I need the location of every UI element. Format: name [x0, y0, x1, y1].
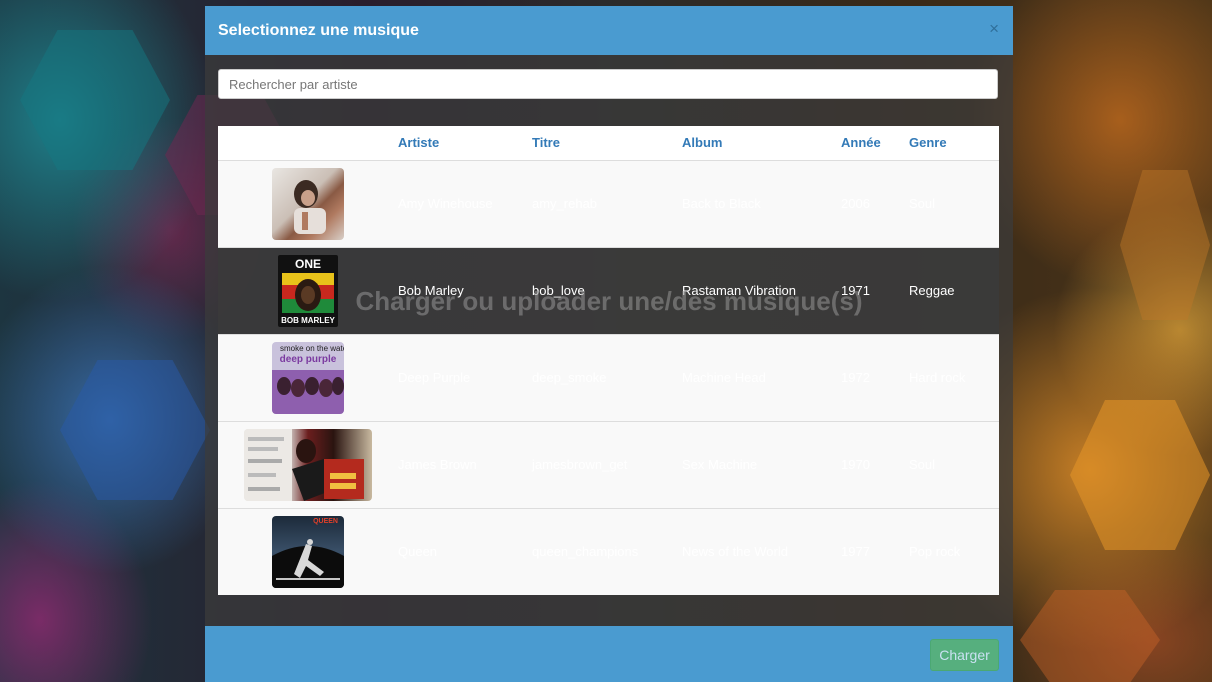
- cover-text-bottom: deep purple: [279, 353, 337, 365]
- album-cell: Machine Head: [682, 333, 841, 421]
- header-cover: [218, 126, 398, 161]
- music-select-modal: Selectionnez une musique × Artiste Titre…: [205, 6, 1013, 682]
- artist-cell: Amy Winehouse: [398, 159, 532, 247]
- table-row[interactable]: QUEEN Queen queen_champions News of the …: [218, 507, 999, 595]
- album-cell: News of the World: [682, 507, 841, 595]
- deep-purple-cover-art: [272, 369, 344, 414]
- james-brown-cover-art: [244, 428, 364, 501]
- year-cell: 1972: [841, 333, 909, 421]
- charger-button[interactable]: Charger: [930, 639, 999, 671]
- genre-cell: Soul: [909, 420, 999, 508]
- cover-cell: QUEEN: [218, 507, 398, 595]
- artist-cell: Deep Purple: [398, 333, 532, 421]
- genre-cell: Pop rock: [909, 507, 999, 595]
- header-genre[interactable]: Genre: [909, 126, 999, 161]
- amy-cover-art: [294, 179, 326, 234]
- title-cell: jamesbrown_get: [532, 420, 682, 508]
- cover-cell: [218, 159, 398, 247]
- music-table: Artiste Titre Album Année Genre Amy Wine…: [218, 126, 999, 595]
- header-album[interactable]: Album: [682, 126, 841, 161]
- album-cell: Sex Machine: [682, 420, 841, 508]
- genre-cell: Hard rock: [909, 333, 999, 421]
- artist-cell: Queen: [398, 507, 532, 595]
- title-cell: amy_rehab: [532, 159, 682, 247]
- table-header-row: Artiste Titre Album Année Genre: [218, 126, 999, 161]
- cover-text-top: QUEEN: [313, 517, 338, 525]
- album-cover-image: [272, 167, 344, 240]
- upload-overlay-text: Charger ou uploader une/des musique(s): [355, 286, 863, 316]
- cover-cell: [218, 420, 398, 508]
- album-cover-image: QUEEN: [272, 515, 344, 588]
- year-cell: 2006: [841, 159, 909, 247]
- album-cover-image: [244, 428, 372, 501]
- queen-cover-art: [272, 538, 344, 588]
- modal-footer: Charger: [205, 626, 1013, 682]
- genre-cell: Soul: [909, 159, 999, 247]
- header-title[interactable]: Titre: [532, 126, 682, 161]
- close-button[interactable]: ×: [989, 19, 999, 39]
- search-artist-input[interactable]: [218, 69, 998, 99]
- artist-cell: James Brown: [398, 420, 532, 508]
- title-cell: deep_smoke: [532, 333, 682, 421]
- cover-text-top: smoke on the water: [280, 343, 344, 353]
- cover-cell: smoke on the water deep purple: [218, 333, 398, 421]
- table-row[interactable]: James Brown jamesbrown_get Sex Machine 1…: [218, 420, 999, 508]
- modal-header: Selectionnez une musique ×: [205, 6, 1013, 55]
- album-cover-image: smoke on the water deep purple: [272, 341, 344, 414]
- year-cell: 1977: [841, 507, 909, 595]
- header-year[interactable]: Année: [841, 126, 909, 161]
- table-row[interactable]: Amy Winehouse amy_rehab Back to Black 20…: [218, 159, 999, 247]
- header-artist[interactable]: Artiste: [398, 126, 532, 161]
- album-cell: Back to Black: [682, 159, 841, 247]
- year-cell: 1970: [841, 420, 909, 508]
- modal-title: Selectionnez une musique: [218, 22, 419, 39]
- title-cell: queen_champions: [532, 507, 682, 595]
- table-row[interactable]: smoke on the water deep purple Deep Purp…: [218, 333, 999, 421]
